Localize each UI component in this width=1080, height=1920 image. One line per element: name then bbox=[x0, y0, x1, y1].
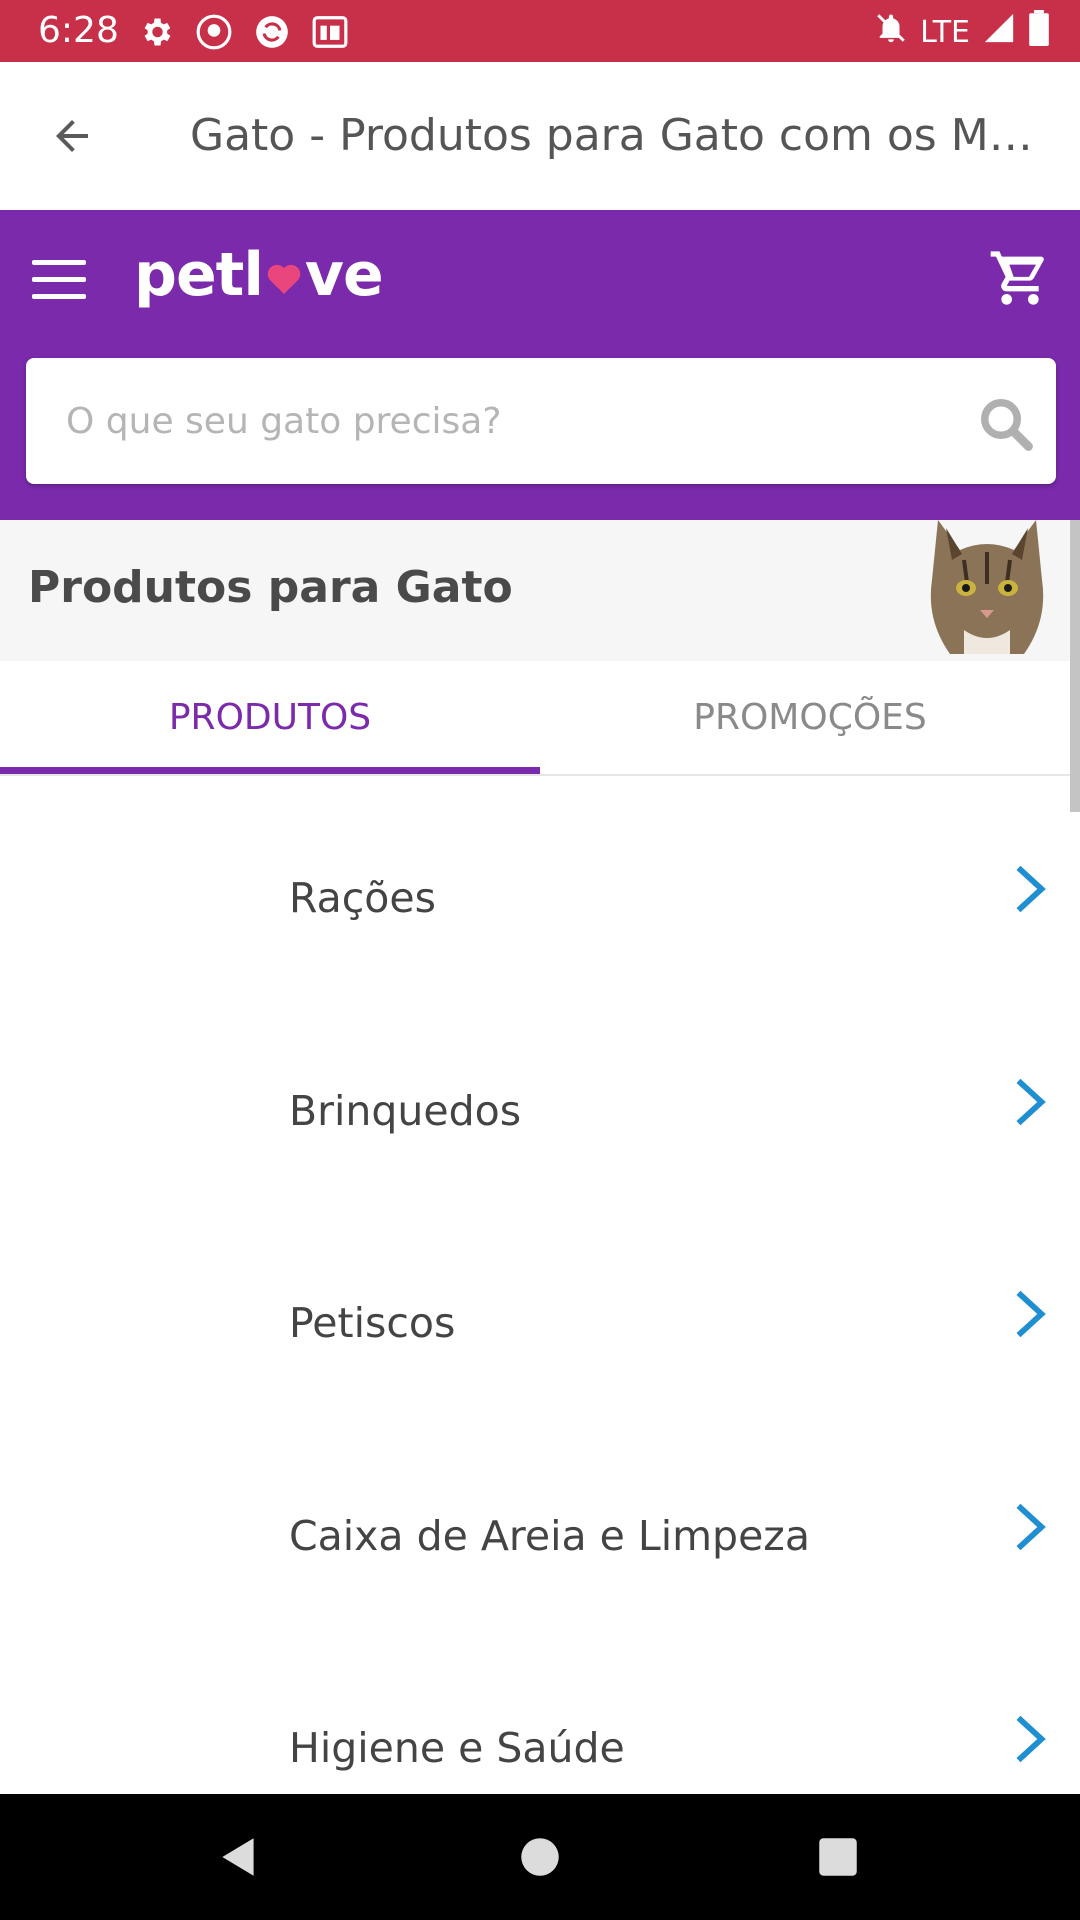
list-item[interactable]: Petiscos bbox=[0, 1203, 1080, 1416]
chevron-right-icon bbox=[1016, 1715, 1046, 1763]
scrollbar[interactable] bbox=[1070, 520, 1080, 812]
chevron-right-icon bbox=[1016, 865, 1046, 913]
title-bar: Gato - Produtos para Gato com os Melh... bbox=[0, 62, 1080, 210]
nav-back-button[interactable] bbox=[214, 1832, 264, 1882]
cart-button[interactable] bbox=[988, 246, 1052, 310]
chevron-right-icon bbox=[1016, 1078, 1046, 1125]
back-button[interactable] bbox=[42, 106, 102, 166]
search-input[interactable] bbox=[66, 388, 926, 454]
signal-icon bbox=[982, 11, 1016, 53]
tab-promocoes[interactable]: PROMOÇÕES bbox=[540, 661, 1080, 774]
category-banner: Produtos para Gato bbox=[0, 520, 1080, 661]
menu-icon-bar bbox=[32, 294, 86, 299]
network-type: LTE bbox=[920, 14, 970, 50]
list-item-label: Rações bbox=[289, 874, 436, 922]
chevron-right-icon bbox=[1016, 1290, 1046, 1338]
app-screen: 6:28 LTE Gato - Produtos para Gato com o… bbox=[0, 0, 1080, 1920]
menu-icon-bar bbox=[32, 260, 86, 265]
list-item-label: Petiscos bbox=[289, 1299, 456, 1347]
petlove-logo[interactable]: petlove bbox=[134, 240, 384, 310]
active-tab-indicator bbox=[0, 767, 540, 774]
status-bar: 6:28 LTE bbox=[0, 0, 1080, 62]
store-header: petlove bbox=[0, 210, 1080, 520]
list-item[interactable]: Caixa de Areia e Limpeza bbox=[0, 1416, 1080, 1629]
status-right-group: LTE bbox=[874, 10, 1050, 54]
list-item-label: Higiene e Saúde bbox=[289, 1724, 625, 1772]
app-badge-icon bbox=[194, 12, 234, 52]
settings-icon bbox=[136, 12, 176, 52]
category-tabs: PRODUTOS PROMOÇÕES bbox=[0, 661, 1080, 776]
shopping-cart-icon bbox=[990, 251, 1044, 305]
heart-icon bbox=[267, 264, 301, 294]
nav-recents-button[interactable] bbox=[813, 1832, 863, 1882]
tab-produtos[interactable]: PRODUTOS bbox=[0, 661, 540, 774]
battery-icon bbox=[1028, 10, 1050, 54]
arrow-back-icon bbox=[56, 120, 88, 152]
status-time: 6:28 bbox=[38, 10, 119, 51]
search-icon bbox=[981, 399, 1033, 451]
search-button[interactable] bbox=[976, 394, 1036, 454]
list-item-label: Brinquedos bbox=[289, 1086, 522, 1135]
circle-home-icon bbox=[521, 1838, 559, 1876]
chevron-right-icon bbox=[1016, 1503, 1046, 1550]
notifications-off-icon bbox=[874, 11, 908, 53]
search-bar bbox=[26, 358, 1056, 484]
menu-icon-bar bbox=[32, 277, 86, 282]
category-title: Produtos para Gato bbox=[28, 562, 513, 613]
triangle-back-icon bbox=[222, 1838, 254, 1876]
menu-button[interactable] bbox=[32, 260, 86, 304]
list-item[interactable]: Brinquedos bbox=[0, 991, 1080, 1204]
nav-home-button[interactable] bbox=[515, 1832, 565, 1882]
list-item-label: Caixa de Areia e Limpeza bbox=[289, 1511, 810, 1560]
list-item[interactable]: Rações bbox=[0, 778, 1080, 991]
rb-app-icon bbox=[310, 12, 350, 52]
page-title: Gato - Produtos para Gato com os Melh... bbox=[190, 110, 1050, 161]
system-nav-bar bbox=[0, 1794, 1080, 1920]
cat-photo bbox=[930, 520, 1044, 654]
category-list: Rações Brinquedos Petiscos Caixa de Arei… bbox=[0, 778, 1080, 1841]
sync-icon bbox=[252, 12, 292, 52]
square-recents-icon bbox=[819, 1838, 857, 1876]
